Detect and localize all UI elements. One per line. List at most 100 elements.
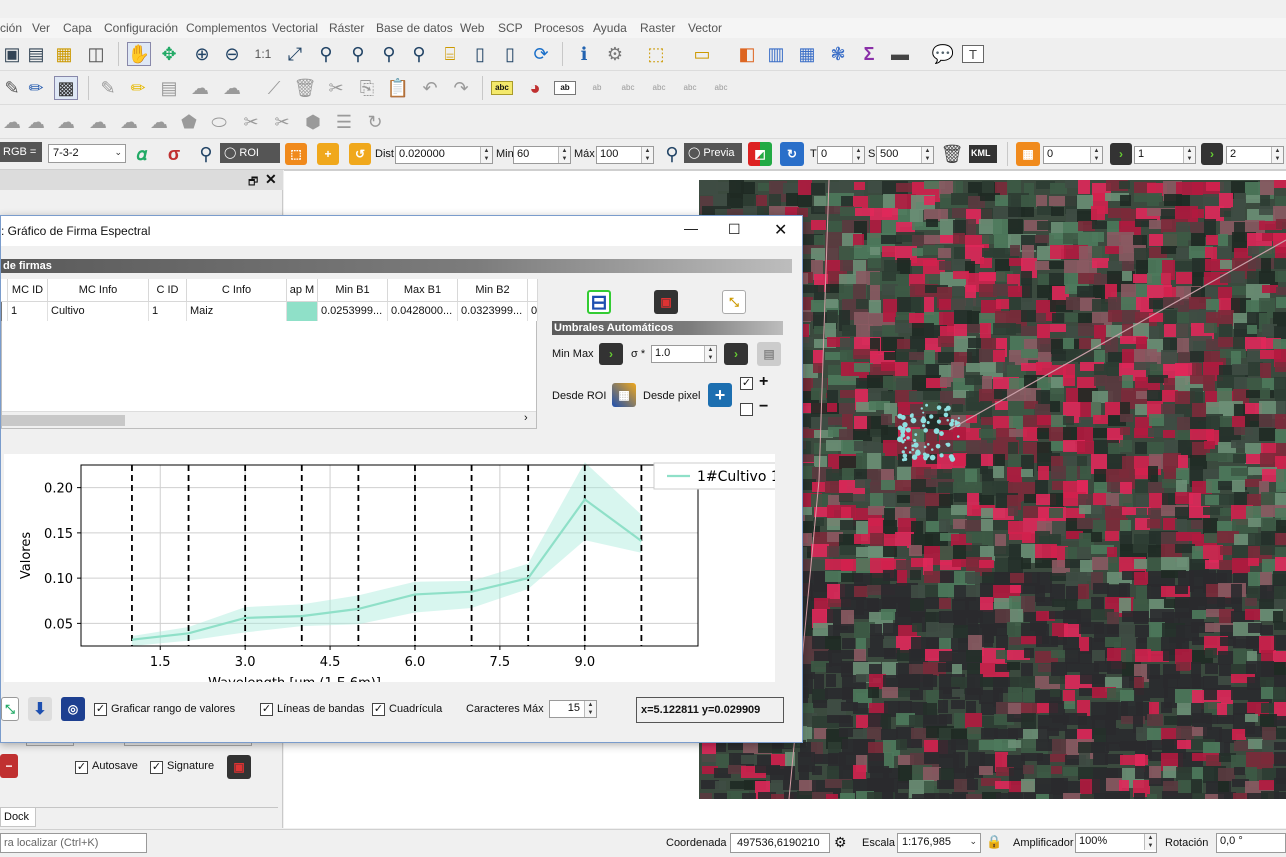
- pin-labels-icon[interactable]: ab: [554, 81, 576, 95]
- add-polygon-icon[interactable]: ☁: [188, 76, 212, 100]
- table-header[interactable]: Min B1: [317, 279, 388, 302]
- menu-item[interactable]: Ayuda: [593, 21, 627, 35]
- field-calculator-icon[interactable]: ▦: [795, 42, 819, 66]
- measure-line-icon[interactable]: ▬: [888, 42, 912, 66]
- deselect-icon[interactable]: ◧: [735, 42, 759, 66]
- add-part-icon[interactable]: ☁: [86, 110, 110, 134]
- pan-icon[interactable]: ✋: [127, 42, 151, 66]
- new-print-layout-icon[interactable]: ▦: [52, 42, 76, 66]
- sigma-run-icon[interactable]: ›: [724, 343, 748, 365]
- save-as-icon[interactable]: ▤: [24, 42, 48, 66]
- roi-add-icon[interactable]: +: [317, 143, 339, 165]
- delete-selected-icon[interactable]: 🗑: [293, 76, 317, 100]
- sigma-input[interactable]: 1.0 ▲ ▼: [651, 345, 717, 363]
- table-header[interactable]: Max B1: [387, 279, 458, 302]
- current-edits-icon[interactable]: ✎: [0, 76, 24, 100]
- table-row[interactable]: 1 Cultivo 1 Maiz 0.0253999... 0.0428000.…: [1, 301, 539, 321]
- diagram-tool-icon[interactable]: ◕: [523, 76, 547, 100]
- vertex-tool-icon[interactable]: ⟋: [262, 76, 286, 100]
- zoom-selection-icon[interactable]: ⚲: [314, 42, 338, 66]
- highlight-labels-icon[interactable]: ab: [585, 76, 609, 100]
- lock-icon[interactable]: 🔒: [986, 834, 1002, 850]
- maximize-icon[interactable]: ☐: [728, 221, 741, 238]
- move-feature-icon[interactable]: ☁: [0, 110, 24, 134]
- minimize-icon[interactable]: —: [684, 220, 698, 236]
- table-cell[interactable]: 1: [7, 301, 48, 321]
- table-cell[interactable]: 0.0428000...: [387, 301, 458, 321]
- statistics-icon[interactable]: Σ: [857, 42, 881, 66]
- save-project-icon[interactable]: ▣: [0, 42, 24, 66]
- graficar-checkbox[interactable]: ✓: [94, 703, 107, 716]
- horizontal-scrollbar[interactable]: ›: [2, 411, 536, 428]
- spin-arrows-icon[interactable]: ▲ ▼: [1144, 834, 1156, 850]
- close-icon[interactable]: ✕: [265, 171, 277, 188]
- reshape-icon[interactable]: ⬟: [177, 110, 201, 134]
- annotation-icon[interactable]: 💬: [931, 42, 955, 66]
- spin-arrows-icon[interactable]: ▲ ▼: [584, 701, 596, 717]
- color-swatch-cell[interactable]: [286, 301, 318, 321]
- simplify-icon[interactable]: ☁: [54, 110, 78, 134]
- zoom-layer-icon[interactable]: ⚲: [346, 42, 370, 66]
- digitize-icon[interactable]: ✎: [96, 76, 120, 100]
- zoom-preview-icon[interactable]: ⚲: [660, 142, 684, 166]
- menu-item[interactable]: Raster: [640, 21, 675, 35]
- menu-item[interactable]: Ver: [32, 21, 50, 35]
- add-feature-icon[interactable]: ✏: [126, 76, 150, 100]
- locator-search-input[interactable]: ra localizar (Ctrl+K): [0, 833, 147, 853]
- table-header[interactable]: [527, 279, 539, 302]
- save-plot-icon[interactable]: ▣: [654, 290, 678, 314]
- cuadricula-checkbox[interactable]: ✓: [372, 703, 385, 716]
- menu-item[interactable]: Ráster: [329, 21, 364, 35]
- chevron-right-icon[interactable]: ›: [524, 412, 528, 424]
- show-bookmarks-icon[interactable]: ▯: [468, 42, 492, 66]
- undo-icon[interactable]: ↶: [418, 76, 442, 100]
- table-cell[interactable]: 1: [148, 301, 187, 321]
- contrast-stretch-icon[interactable]: 𝛼: [130, 142, 154, 166]
- table-header[interactable]: C Info: [186, 279, 287, 302]
- subtract-checkbox[interactable]: [740, 403, 753, 416]
- zoom-next-icon[interactable]: ⚲: [407, 42, 431, 66]
- split-parts-icon[interactable]: ✂: [270, 110, 294, 134]
- add-ring-icon[interactable]: ☁: [220, 76, 244, 100]
- menu-item[interactable]: ción: [0, 21, 22, 35]
- menu-item[interactable]: Base de datos: [376, 21, 453, 35]
- download-icon[interactable]: ⬇: [28, 697, 52, 721]
- close-icon[interactable]: ✕: [774, 220, 787, 240]
- band-spin-3[interactable]: 2 ▲ ▼: [1226, 146, 1284, 164]
- dock-tab[interactable]: Dock: [0, 808, 36, 827]
- toggle-editing-icon[interactable]: ✏: [24, 76, 48, 100]
- table-header[interactable]: MC Info: [47, 279, 149, 302]
- merge-features-icon[interactable]: ⬢: [301, 110, 325, 134]
- table-header[interactable]: Min B2: [457, 279, 528, 302]
- sigma-stretch-icon[interactable]: σ: [162, 142, 186, 166]
- menu-item[interactable]: Capa: [63, 21, 92, 35]
- zoom-last-icon[interactable]: ⚲: [377, 42, 401, 66]
- next-band-icon[interactable]: ›: [1201, 143, 1223, 165]
- spin-arrows-icon[interactable]: ▲ ▼: [641, 147, 653, 163]
- calculate-spectral-distance-icon[interactable]: ◎: [61, 697, 85, 721]
- t-input[interactable]: 0 ▲ ▼: [817, 146, 865, 164]
- table-cell[interactable]: Maiz: [186, 301, 287, 321]
- spin-arrows-icon[interactable]: ▲ ▼: [1090, 147, 1102, 163]
- spin-arrows-icon[interactable]: ▲ ▼: [852, 147, 864, 163]
- roi-polygon-icon[interactable]: ⬚: [285, 143, 307, 165]
- zoom-in-icon[interactable]: ⊕: [190, 42, 214, 66]
- band-set-icon[interactable]: ▦: [1016, 142, 1040, 166]
- table-cell[interactable]: 0.0253999...: [317, 301, 388, 321]
- rotation-input[interactable]: 0,0 °: [1216, 833, 1286, 853]
- float-icon[interactable]: 🗗: [248, 173, 258, 192]
- zoom-full-icon[interactable]: ⤢: [283, 42, 307, 66]
- refresh-icon[interactable]: ⟳: [529, 42, 553, 66]
- spin-arrows-icon[interactable]: ▲ ▼: [704, 346, 716, 362]
- roi-redo-icon[interactable]: ↺: [349, 143, 371, 165]
- delete-part-icon[interactable]: ☁: [147, 110, 171, 134]
- rgb-select[interactable]: 7-3-2 ⌄: [48, 144, 126, 163]
- from-pixel-icon[interactable]: +: [708, 383, 732, 407]
- table-cell[interactable]: Cultivo: [47, 301, 149, 321]
- menu-item[interactable]: Complementos: [186, 21, 267, 35]
- delete-signature-icon[interactable]: −: [0, 754, 18, 778]
- table-header[interactable]: MC ID: [7, 279, 48, 302]
- change-label-icon[interactable]: abc: [709, 76, 733, 100]
- menu-item[interactable]: SCP: [498, 21, 523, 35]
- rotate-symbols-icon[interactable]: ↻: [363, 110, 387, 134]
